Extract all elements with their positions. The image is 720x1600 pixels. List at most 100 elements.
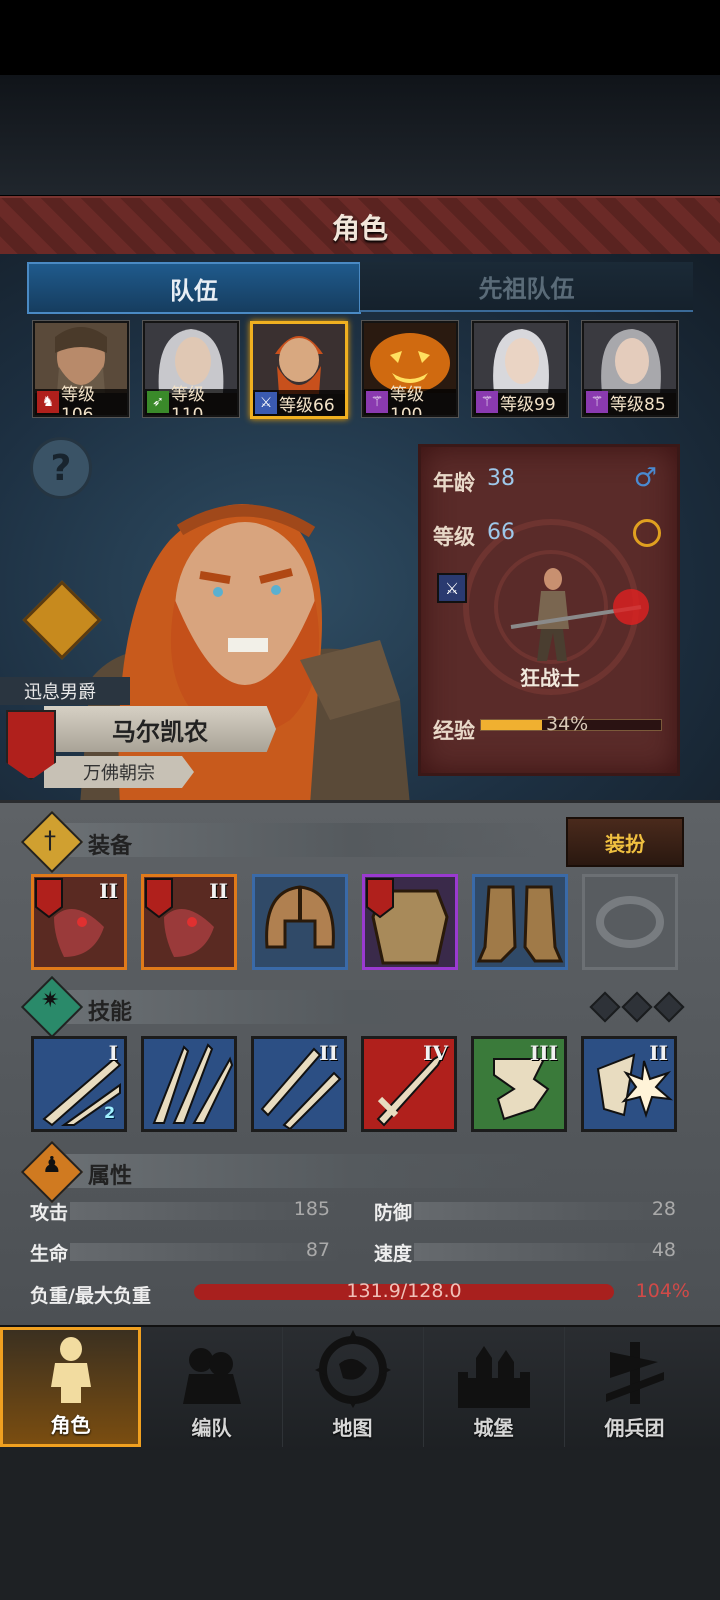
compass-icon bbox=[314, 1330, 391, 1408]
page-header: 角色 bbox=[0, 196, 720, 258]
sword-icon: ⚔ bbox=[255, 392, 277, 414]
skills-label: 技能 bbox=[88, 1000, 133, 1025]
load-label: 负重/最大负重 bbox=[30, 1285, 151, 1307]
hero-portrait bbox=[474, 323, 566, 393]
level-value: 66 bbox=[487, 520, 515, 545]
team-member-level: 等级100 bbox=[390, 384, 424, 417]
nav-label: 地图 bbox=[332, 1416, 373, 1440]
squad-icon bbox=[182, 1348, 241, 1404]
hero-portrait bbox=[584, 323, 676, 393]
skill-badge: 2 bbox=[104, 1103, 116, 1122]
tier-label: II bbox=[319, 1041, 338, 1065]
armor-icon bbox=[366, 878, 449, 965]
team-member-level: 等级110 bbox=[171, 384, 205, 417]
character-sect-text: 万佛朝宗 bbox=[83, 763, 155, 784]
hp-value: 87 bbox=[305, 1239, 330, 1261]
age-value: 38 bbox=[487, 466, 515, 491]
skill-slot-1[interactable]: I 2 bbox=[31, 1036, 127, 1132]
tier-label: II bbox=[99, 879, 118, 903]
ring-icon bbox=[633, 519, 661, 547]
banner-icon bbox=[605, 1342, 664, 1404]
hero-portrait bbox=[253, 324, 345, 394]
question-icon: ? bbox=[50, 447, 72, 489]
bow-icon: ➶ bbox=[147, 391, 169, 413]
page-title: 角色 bbox=[331, 212, 388, 245]
team-member-4[interactable]: ⚚ 等级100 bbox=[362, 321, 458, 417]
dress-up-button[interactable]: 装扮 bbox=[566, 817, 684, 867]
horse-icon: ♞ bbox=[37, 391, 59, 413]
boots-icon bbox=[476, 885, 564, 963]
equip-slot-helmet[interactable] bbox=[252, 874, 348, 970]
helmet-icon bbox=[265, 885, 335, 949]
attack-label: 攻击 bbox=[30, 1202, 69, 1224]
skill-slot-4[interactable]: IV bbox=[361, 1036, 457, 1132]
nav-character[interactable]: 角色 bbox=[0, 1327, 141, 1447]
nav-formation[interactable]: 编队 bbox=[141, 1327, 283, 1447]
character-name-text: 马尔凯农 bbox=[112, 717, 208, 746]
equip-slot-weapon-2[interactable]: II bbox=[141, 874, 237, 970]
equip-slot-weapon-1[interactable]: II bbox=[31, 874, 127, 970]
person-glyph: ♟ bbox=[42, 1153, 62, 1178]
load-percent: 104% bbox=[635, 1280, 690, 1302]
hp-label: 生命 bbox=[30, 1243, 69, 1265]
team-member-6[interactable]: ⚚ 等级85 bbox=[582, 321, 678, 417]
skill-slot-3[interactable]: II bbox=[251, 1036, 347, 1132]
tier-label: II bbox=[209, 879, 228, 903]
staff-icon: ⚚ bbox=[586, 391, 608, 413]
defense-value: 28 bbox=[651, 1198, 676, 1220]
staff-icon: ⚚ bbox=[476, 391, 498, 413]
nav-label: 城堡 bbox=[473, 1416, 514, 1440]
team-member-2[interactable]: ➶ 等级110 bbox=[143, 321, 239, 417]
star-glyph: ✷ bbox=[41, 988, 60, 1013]
level-label: 等级 bbox=[433, 525, 475, 549]
load-value: 131.9/128.0 bbox=[346, 1280, 462, 1302]
tier-label: II bbox=[649, 1041, 668, 1065]
defense-label: 防御 bbox=[374, 1202, 413, 1224]
knight-icon bbox=[50, 1337, 91, 1403]
system-bottom-area bbox=[0, 1450, 720, 1600]
skill-slot-6[interactable]: II bbox=[581, 1036, 677, 1132]
speed-value: 48 bbox=[651, 1239, 676, 1261]
skill-slot-5[interactable]: III bbox=[471, 1036, 567, 1132]
character-name: 马尔凯农 bbox=[44, 706, 276, 752]
castle-icon bbox=[457, 1346, 530, 1408]
exp-label: 经验 bbox=[433, 719, 475, 743]
staff-icon: ⚚ bbox=[366, 391, 388, 413]
speed-label: 速度 bbox=[374, 1243, 413, 1265]
nav-map[interactable]: 地图 bbox=[282, 1327, 424, 1447]
team-member-level: 等级85 bbox=[610, 394, 666, 415]
exp-percent: 34% bbox=[546, 713, 589, 735]
character-title: 迅息男爵 bbox=[0, 677, 130, 705]
equipment-label: 装备 bbox=[88, 834, 133, 859]
character-sect: 万佛朝宗 bbox=[44, 756, 194, 788]
team-member-5[interactable]: ⚚ 等级99 bbox=[472, 321, 568, 417]
nav-castle[interactable]: 城堡 bbox=[423, 1327, 565, 1447]
claw-icon bbox=[152, 1043, 234, 1124]
equip-slot-ring-empty[interactable] bbox=[582, 874, 678, 970]
tier-label: I bbox=[108, 1041, 118, 1065]
age-label: 年龄 bbox=[433, 471, 475, 495]
equip-slot-armor[interactable] bbox=[362, 874, 458, 970]
equip-slot-boots[interactable] bbox=[472, 874, 568, 970]
tab-ancestor-team[interactable]: 先祖队伍 bbox=[360, 262, 693, 312]
tab-team[interactable]: 队伍 bbox=[27, 262, 361, 314]
nav-label: 角色 bbox=[50, 1413, 91, 1437]
class-sword-icon: ⚔ bbox=[437, 573, 467, 603]
character-portrait bbox=[80, 504, 410, 805]
tier-label: IV bbox=[423, 1041, 448, 1065]
nav-mercenary[interactable]: 佣兵团 bbox=[564, 1327, 705, 1447]
class-figure bbox=[510, 568, 649, 661]
class-name: 狂战士 bbox=[520, 666, 580, 690]
skill-slot-2[interactable] bbox=[141, 1036, 237, 1132]
team-member-level: 等级66 bbox=[279, 395, 335, 416]
nav-label: 编队 bbox=[191, 1416, 232, 1440]
top-background bbox=[0, 75, 720, 195]
male-icon: ♂ bbox=[633, 463, 657, 493]
nav-label: 佣兵团 bbox=[604, 1416, 665, 1440]
team-member-level: 等级106 bbox=[61, 384, 95, 417]
attributes-label: 属性 bbox=[88, 1164, 133, 1189]
team-member-level: 等级99 bbox=[500, 394, 556, 415]
team-member-3-selected[interactable]: ⚔ 等级66 bbox=[250, 321, 348, 419]
team-member-1[interactable]: ♞ 等级106 bbox=[33, 321, 129, 417]
ring-icon bbox=[596, 896, 664, 948]
